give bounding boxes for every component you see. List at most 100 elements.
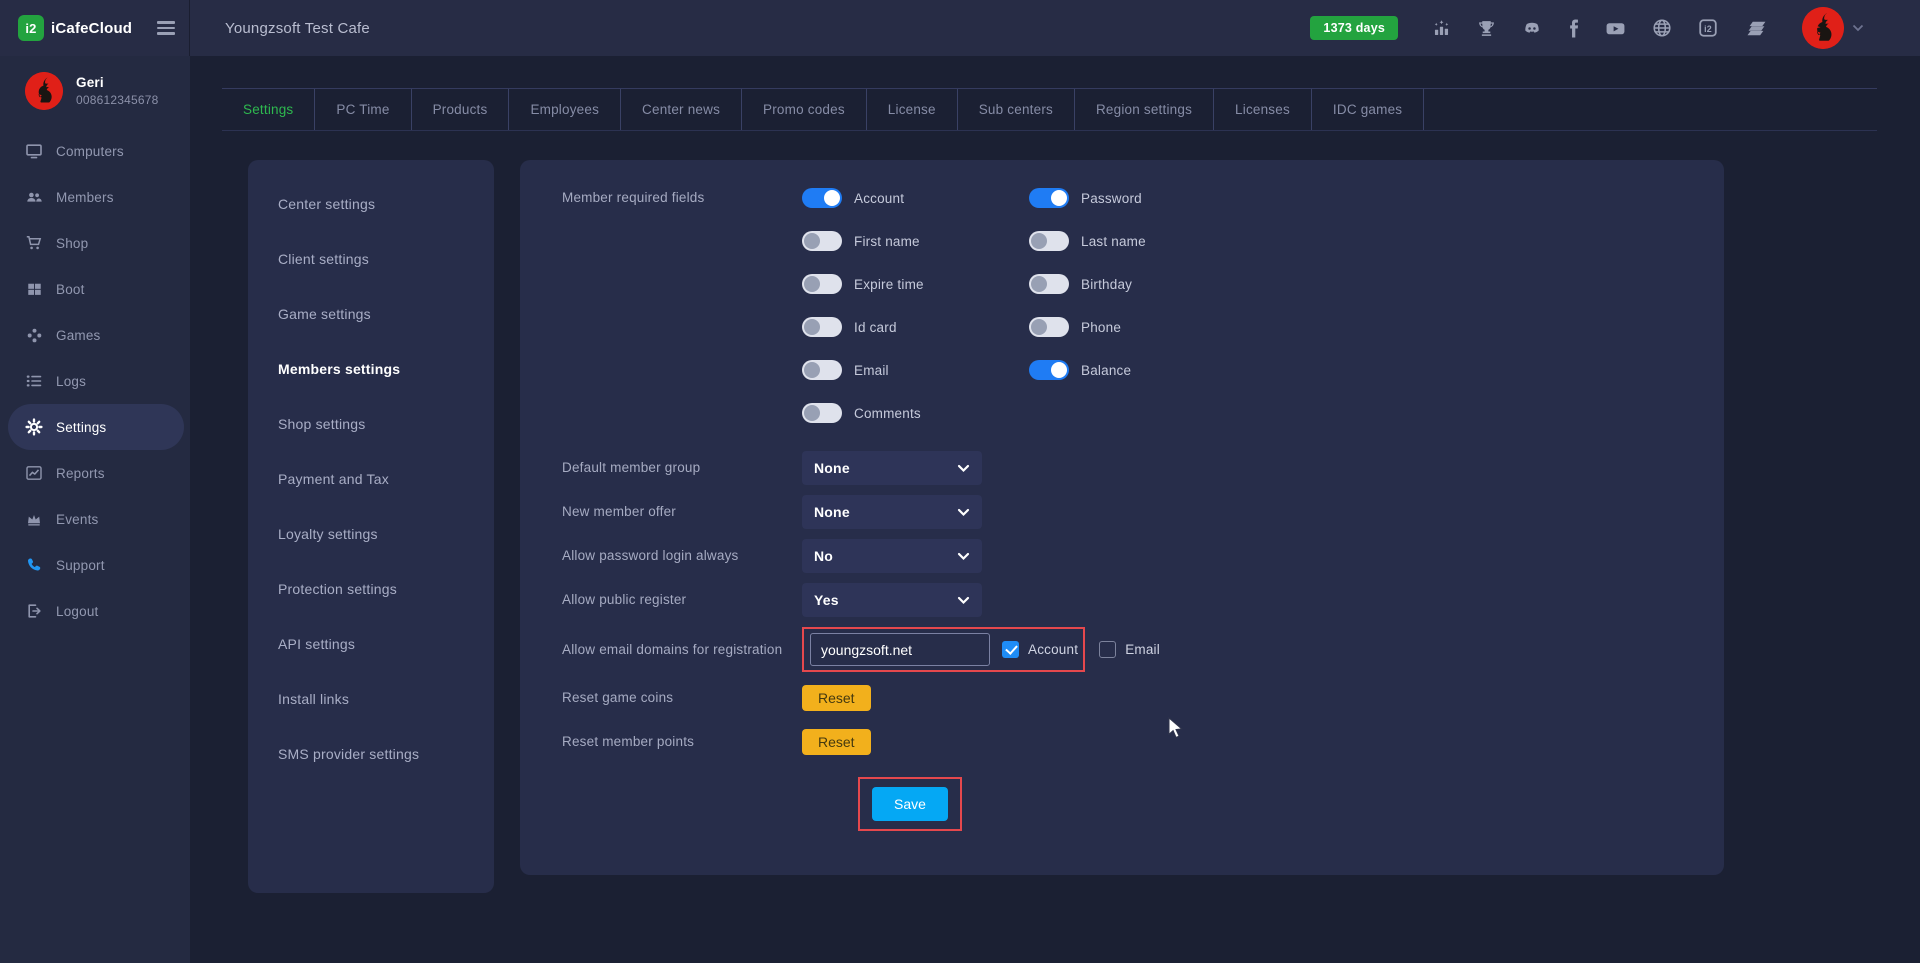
list-icon <box>25 372 43 390</box>
tab-idc-games[interactable]: IDC games <box>1312 89 1424 130</box>
app-window: i2 iCafeCloud Youngzsoft Test Cafe 1373 … <box>0 0 1920 963</box>
sidebar-item-reports[interactable]: Reports <box>0 450 190 496</box>
sidebar-user[interactable]: Geri 008612345678 <box>0 56 190 110</box>
page-title: Youngzsoft Test Cafe <box>225 20 370 37</box>
phone-icon <box>25 556 43 574</box>
icafecloud-icon[interactable]: i2 <box>1698 18 1718 38</box>
new-member-offer-select[interactable]: None <box>802 495 982 529</box>
toggle-phone[interactable] <box>1029 317 1069 337</box>
submenu-members-settings[interactable]: Members settings <box>248 341 494 396</box>
icafecloud-logo-icon: i2 <box>18 15 44 41</box>
sidebar-avatar <box>25 72 63 110</box>
toggle-birthday[interactable] <box>1029 274 1069 294</box>
save-highlight: Save <box>858 777 962 831</box>
reset-member-points-button[interactable]: Reset <box>802 729 871 755</box>
content: Settings PC Time Products Employees Cent… <box>190 56 1920 963</box>
tab-region-settings[interactable]: Region settings <box>1075 89 1214 130</box>
logout-icon <box>25 602 43 620</box>
toggle-last-name[interactable] <box>1029 231 1069 251</box>
submenu-api-settings[interactable]: API settings <box>248 616 494 671</box>
submenu-client-settings[interactable]: Client settings <box>248 231 494 286</box>
email-domains-input[interactable] <box>810 633 990 666</box>
chevron-down-icon <box>957 596 970 605</box>
layers-icon[interactable] <box>1744 19 1770 38</box>
submenu-game-settings[interactable]: Game settings <box>248 286 494 341</box>
leaderboard-icon[interactable] <box>1432 19 1451 38</box>
default-member-group-select[interactable]: None <box>802 451 982 485</box>
trophy-icon[interactable] <box>1477 19 1496 38</box>
topbar-right: 1373 days i2 <box>1310 7 1920 49</box>
sidebar-item-boot[interactable]: Boot <box>0 266 190 312</box>
account-checkbox[interactable] <box>1002 641 1019 658</box>
chevron-down-icon <box>957 552 970 561</box>
account-checkbox-group[interactable]: Account <box>1002 641 1078 658</box>
chevron-down-icon[interactable] <box>1852 24 1864 32</box>
allow-password-login-select[interactable]: No <box>802 539 982 573</box>
tab-pc-time[interactable]: PC Time <box>315 89 411 130</box>
toggle-account[interactable] <box>802 188 842 208</box>
sidebar-item-support[interactable]: Support <box>0 542 190 588</box>
toggle-balance[interactable] <box>1029 360 1069 380</box>
sidebar-item-settings[interactable]: Settings <box>8 404 184 450</box>
svg-text:i2: i2 <box>1704 24 1712 34</box>
user-name: Geri <box>76 75 159 90</box>
youtube-icon[interactable] <box>1605 19 1626 38</box>
submenu-install-links[interactable]: Install links <box>248 671 494 726</box>
email-checkbox-group[interactable]: Email <box>1099 641 1160 658</box>
topbar: i2 iCafeCloud Youngzsoft Test Cafe 1373 … <box>0 0 1920 56</box>
toggle-first-name[interactable] <box>802 231 842 251</box>
sidebar-item-events[interactable]: Events <box>0 496 190 542</box>
user-avatar[interactable] <box>1802 7 1844 49</box>
sidebar-item-computers[interactable]: Computers <box>0 128 190 174</box>
crown-icon <box>25 510 43 528</box>
user-phone: 008612345678 <box>76 93 159 107</box>
tab-products[interactable]: Products <box>412 89 510 130</box>
email-domains-highlight: Account <box>802 627 1085 672</box>
toggle-expire-time[interactable] <box>802 274 842 294</box>
members-settings-form: Member required fields Account Password … <box>520 160 1724 875</box>
sidebar-item-logout[interactable]: Logout <box>0 588 190 634</box>
sidebar-item-shop[interactable]: Shop <box>0 220 190 266</box>
tab-license[interactable]: License <box>867 89 958 130</box>
reset-game-coins-button[interactable]: Reset <box>802 685 871 711</box>
submenu-loyalty-settings[interactable]: Loyalty settings <box>248 506 494 561</box>
tab-sub-centers[interactable]: Sub centers <box>958 89 1075 130</box>
facebook-icon[interactable] <box>1568 19 1579 38</box>
submenu-protection-settings[interactable]: Protection settings <box>248 561 494 616</box>
tabs-bottom-rule <box>222 130 1877 131</box>
toggle-id-card[interactable] <box>802 317 842 337</box>
email-checkbox[interactable] <box>1099 641 1116 658</box>
tab-employees[interactable]: Employees <box>509 89 621 130</box>
tab-settings[interactable]: Settings <box>222 89 315 130</box>
save-button[interactable]: Save <box>872 787 948 821</box>
sidebar-item-logs[interactable]: Logs <box>0 358 190 404</box>
submenu-center-settings[interactable]: Center settings <box>248 176 494 231</box>
discord-icon[interactable] <box>1522 19 1542 38</box>
gamepad-icon <box>25 326 43 344</box>
chart-icon <box>25 464 43 482</box>
cart-icon <box>25 234 43 252</box>
chevron-down-icon <box>957 508 970 517</box>
windows-icon <box>25 280 43 298</box>
submenu-sms-provider-settings[interactable]: SMS provider settings <box>248 726 494 781</box>
gear-icon <box>25 418 43 436</box>
toggle-comments[interactable] <box>802 403 842 423</box>
tab-licenses[interactable]: Licenses <box>1214 89 1312 130</box>
tab-center-news[interactable]: Center news <box>621 89 742 130</box>
toggle-password[interactable] <box>1029 188 1069 208</box>
submenu-shop-settings[interactable]: Shop settings <box>248 396 494 451</box>
sidebar: Geri 008612345678 Computers Members Shop… <box>0 56 190 963</box>
member-required-fields-label: Member required fields <box>562 188 802 208</box>
globe-icon[interactable] <box>1652 18 1672 38</box>
sidebar-item-members[interactable]: Members <box>0 174 190 220</box>
toggle-email[interactable] <box>802 360 842 380</box>
member-required-fields-toggles: Account Password First name Last name Ex… <box>802 188 1329 423</box>
chevron-down-icon <box>957 464 970 473</box>
sidebar-item-games[interactable]: Games <box>0 312 190 358</box>
hamburger-menu-icon[interactable] <box>157 21 175 34</box>
allow-public-register-select[interactable]: Yes <box>802 583 982 617</box>
tab-promo-codes[interactable]: Promo codes <box>742 89 867 130</box>
monitor-icon <box>25 142 43 160</box>
submenu-payment-and-tax[interactable]: Payment and Tax <box>248 451 494 506</box>
license-days-badge[interactable]: 1373 days <box>1310 16 1398 40</box>
